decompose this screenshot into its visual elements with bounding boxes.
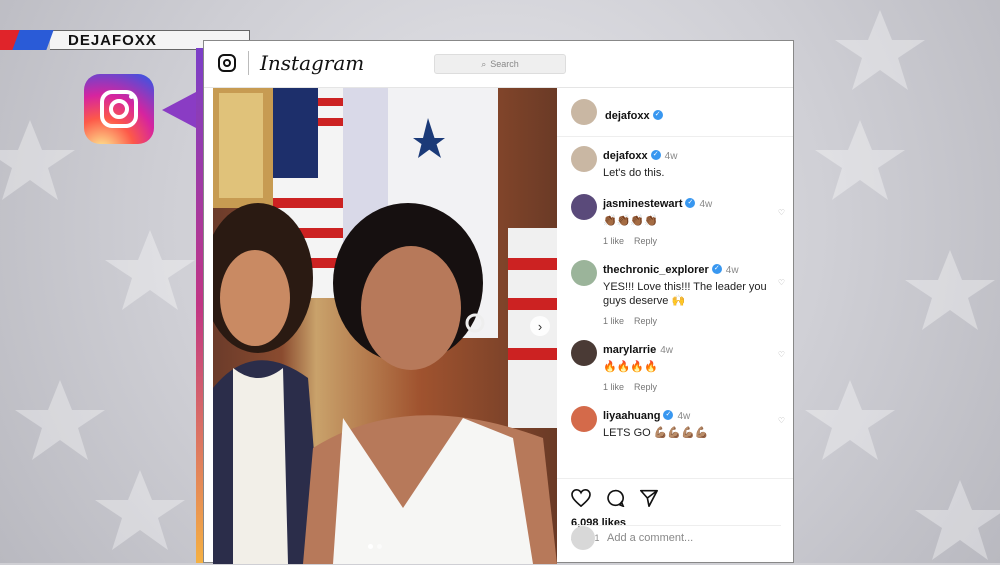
chyron-blue-accent	[12, 30, 54, 50]
action-icons	[571, 489, 659, 507]
search-placeholder: Search	[490, 59, 519, 69]
post-header: dejafoxx ✓	[557, 88, 793, 137]
author-row: dejafoxx ✓	[605, 106, 663, 124]
comment-time: 4w	[699, 199, 713, 210]
add-comment-input[interactable]: Add a comment...	[607, 532, 693, 544]
caption-text: Let's do this.	[603, 167, 665, 179]
author-username[interactable]: dejafoxx	[605, 110, 650, 122]
reply-button[interactable]: Reply	[634, 236, 657, 246]
comment-text: 👏🏾👏🏾👏🏾👏🏾	[603, 215, 658, 227]
comment-body: thechronic_explorer ✓ 4w YES!!! Love this!…	[603, 260, 773, 326]
comment-body: liyaahuang ✓ 4w LETS GO 💪🏽💪🏽💪🏽💪🏽	[603, 406, 773, 440]
caption-avatar[interactable]	[571, 146, 597, 172]
search-input[interactable]: ⌕ Search	[434, 54, 566, 74]
comment-text: LETS GO 💪🏽💪🏽💪🏽💪🏽	[603, 427, 709, 439]
like-comment-heart-icon[interactable]: ♡	[778, 278, 785, 287]
commenter-avatar[interactable]	[571, 260, 597, 286]
comment-time: 4w	[725, 265, 739, 276]
like-heart-icon[interactable]	[571, 489, 591, 507]
comment-meta: 1 like Reply	[603, 236, 773, 246]
gradient-bar	[196, 48, 203, 563]
camera-icon[interactable]	[218, 54, 236, 72]
comment-username[interactable]: marylarrie	[603, 344, 656, 356]
comment-likes[interactable]: 1 like	[603, 236, 624, 246]
verified-icon: ✓	[650, 149, 661, 160]
reply-button[interactable]: Reply	[634, 382, 657, 392]
comment-username[interactable]: liyaahuang	[603, 410, 660, 422]
comment-text: YES!!! Love this!!! The leader you guys …	[603, 281, 767, 307]
verified-icon: ✓	[663, 409, 674, 420]
instagram-window: Instagram ⌕ Search › dejafoxx ✓ dejafoxx…	[203, 40, 794, 564]
commenter-avatar[interactable]	[571, 194, 597, 220]
comment-body: jasminestewart ✓ 4w 👏🏾👏🏾👏🏾👏🏾 1 like Reply	[603, 194, 773, 246]
verified-icon: ✓	[685, 197, 696, 208]
comment-time: 4w	[677, 411, 691, 422]
comment-bubble-icon[interactable]	[605, 489, 625, 507]
add-comment-row: Add a comment...	[571, 525, 781, 552]
instagram-wordmark[interactable]: Instagram	[260, 51, 364, 75]
caption-username[interactable]: dejafoxx	[603, 150, 648, 162]
comment-meta: 1 like Reply	[603, 382, 773, 392]
search-icon: ⌕	[481, 58, 487, 69]
comment-body: marylarrie 4w 🔥🔥🔥🔥 1 like Reply	[603, 340, 773, 392]
divider	[248, 51, 249, 75]
commenter-avatar[interactable]	[571, 340, 597, 366]
comment-text: 🔥🔥🔥🔥	[603, 361, 658, 373]
current-user-avatar	[571, 526, 595, 550]
comment-meta: 1 like Reply	[603, 316, 773, 326]
comment-username[interactable]: thechronic_explorer	[603, 264, 709, 276]
comment-time: 4w	[660, 345, 674, 356]
like-comment-heart-icon[interactable]: ♡	[778, 208, 785, 217]
next-photo-button[interactable]: ›	[530, 316, 550, 336]
photo-illustration	[213, 88, 557, 564]
share-send-icon[interactable]	[639, 489, 659, 507]
caption-time: 4w	[664, 151, 678, 162]
verified-icon: ✓	[711, 263, 722, 274]
commenter-avatar[interactable]	[571, 406, 597, 432]
like-comment-heart-icon[interactable]: ♡	[778, 416, 785, 425]
comments-panel: dejafoxx ✓ dejafoxx ✓ 4w Let's do this. jas…	[557, 88, 793, 564]
caption-body: dejafoxx ✓ 4w Let's do this.	[603, 146, 773, 180]
like-comment-heart-icon[interactable]: ♡	[778, 350, 785, 359]
comment-username[interactable]: jasminestewart	[603, 198, 682, 210]
comment-likes[interactable]: 1 like	[603, 382, 624, 392]
reply-button[interactable]: Reply	[634, 316, 657, 326]
author-avatar[interactable]	[571, 99, 597, 125]
comment-likes[interactable]: 1 like	[603, 316, 624, 326]
pointer-arrow	[162, 92, 196, 128]
instagram-logo-icon	[84, 74, 154, 144]
verified-icon: ✓	[652, 109, 663, 120]
top-bar: Instagram ⌕ Search	[204, 41, 793, 88]
carousel-dots	[368, 544, 382, 549]
post-photo[interactable]: ›	[213, 88, 557, 564]
